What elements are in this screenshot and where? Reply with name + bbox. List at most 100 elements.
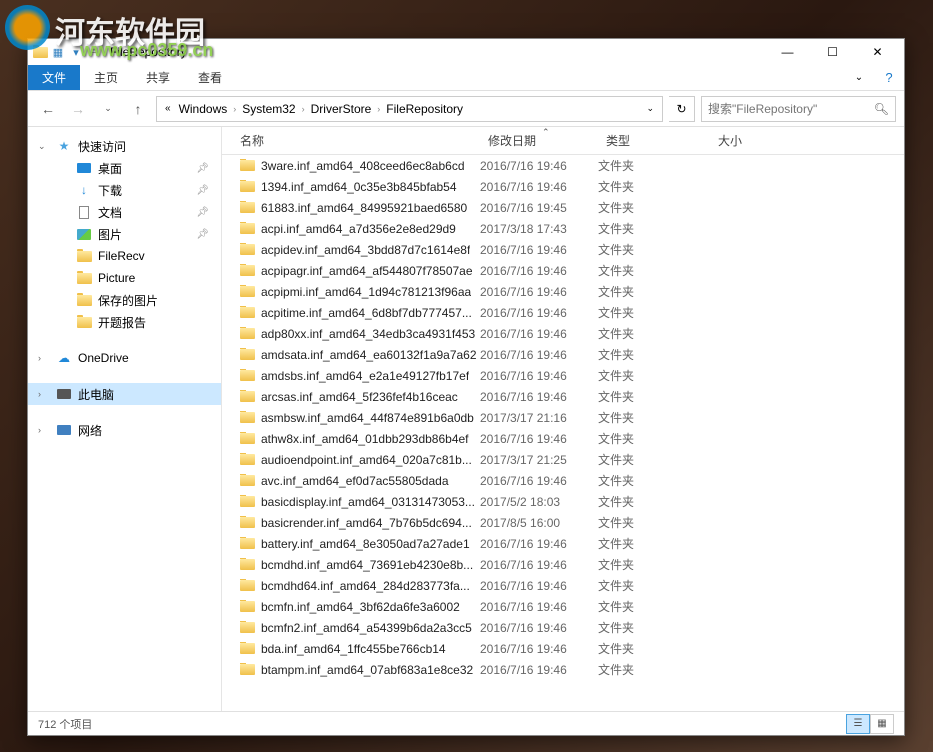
file-row[interactable]: acpidev.inf_amd64_3bdd87d7c1614e8f2016/7… <box>222 239 904 260</box>
breadcrumb-item[interactable]: DriverStore <box>307 97 376 121</box>
breadcrumb-root-icon[interactable]: « <box>161 97 175 121</box>
chevron-right-icon[interactable]: › <box>375 104 382 114</box>
file-type: 文件夹 <box>598 619 710 636</box>
file-row[interactable]: 61883.inf_amd64_84995921baed65802016/7/1… <box>222 197 904 218</box>
sidebar-label: 此电脑 <box>78 386 114 403</box>
column-size[interactable]: 大小 <box>710 127 904 154</box>
nav-up-button[interactable]: ↑ <box>126 97 150 121</box>
file-row[interactable]: acpipagr.inf_amd64_af544807f78507ae2016/… <box>222 260 904 281</box>
column-date[interactable]: 修改日期 <box>480 127 598 154</box>
folder-icon <box>240 223 255 234</box>
close-button[interactable]: ✕ <box>855 39 900 65</box>
sidebar-onedrive[interactable]: › ☁ OneDrive <box>28 347 221 369</box>
column-name[interactable]: 名称 <box>222 127 480 154</box>
help-button[interactable]: ? <box>874 65 904 90</box>
file-date: 2017/5/2 18:03 <box>480 495 598 509</box>
titlebar[interactable]: ▦ ▾ = FileRepository — ☐ ✕ <box>28 39 904 65</box>
nav-forward-button[interactable]: → <box>66 97 90 121</box>
sidebar-item[interactable]: ↓下载📌︎ <box>28 179 221 201</box>
file-date: 2017/8/5 16:00 <box>480 516 598 530</box>
file-row[interactable]: adp80xx.inf_amd64_34edb3ca4931f4532016/7… <box>222 323 904 344</box>
file-row[interactable]: acpi.inf_amd64_a7d356e2e8ed29d92017/3/18… <box>222 218 904 239</box>
file-row[interactable]: asmbsw.inf_amd64_44f874e891b6a0db2017/3/… <box>222 407 904 428</box>
sidebar-quick-access[interactable]: ⌄ ★ 快速访问 <box>28 135 221 157</box>
expand-icon[interactable]: ⌄ <box>38 141 46 152</box>
sidebar-this-pc[interactable]: › 此电脑 <box>28 383 221 405</box>
ribbon-tab-home[interactable]: 主页 <box>80 65 132 90</box>
file-row[interactable]: acpipmi.inf_amd64_1d94c781213f96aa2016/7… <box>222 281 904 302</box>
nav-history-dropdown[interactable]: ⌄ <box>96 97 120 121</box>
search-input[interactable] <box>708 102 874 116</box>
view-icons-button[interactable]: ▦ <box>870 714 894 734</box>
breadcrumb-dropdown-icon[interactable]: ⌄ <box>642 103 658 114</box>
view-details-button[interactable]: ☰ <box>846 714 870 734</box>
minimize-button[interactable]: — <box>765 39 810 65</box>
breadcrumb-item[interactable]: System32 <box>238 97 299 121</box>
sidebar-network[interactable]: › 网络 <box>28 419 221 441</box>
file-row[interactable]: bda.inf_amd64_1ffc455be766cb142016/7/16 … <box>222 638 904 659</box>
sidebar-item[interactable]: 桌面📌︎ <box>28 157 221 179</box>
qat-properties-icon[interactable]: ▦ <box>50 44 66 60</box>
file-row[interactable]: bcmfn.inf_amd64_3bf62da6fe3a60022016/7/1… <box>222 596 904 617</box>
breadcrumb[interactable]: « Windows › System32 › DriverStore › Fil… <box>156 96 663 122</box>
file-date: 2016/7/16 19:46 <box>480 600 598 614</box>
ribbon-tab-view[interactable]: 查看 <box>184 65 236 90</box>
file-row[interactable]: 1394.inf_amd64_0c35e3b845bfab542016/7/16… <box>222 176 904 197</box>
ribbon-expand-icon[interactable]: ⌄ <box>844 65 874 90</box>
file-row[interactable]: arcsas.inf_amd64_5f236fef4b16ceac2016/7/… <box>222 386 904 407</box>
file-row[interactable]: basicrender.inf_amd64_7b76b5dc694...2017… <box>222 512 904 533</box>
chevron-right-icon[interactable]: › <box>231 104 238 114</box>
file-name: btampm.inf_amd64_07abf683a1e8ce32 <box>261 663 473 677</box>
sidebar-item[interactable]: 开题报告 <box>28 311 221 333</box>
maximize-button[interactable]: ☐ <box>810 39 855 65</box>
column-type[interactable]: 类型 <box>598 127 710 154</box>
file-row[interactable]: battery.inf_amd64_8e3050ad7a27ade12016/7… <box>222 533 904 554</box>
file-row[interactable]: amdsbs.inf_amd64_e2a1e49127fb17ef2016/7/… <box>222 365 904 386</box>
sidebar-item[interactable]: 文档📌︎ <box>28 201 221 223</box>
file-name: acpipagr.inf_amd64_af544807f78507ae <box>261 264 473 278</box>
ribbon-tab-file[interactable]: 文件 <box>28 65 80 90</box>
chevron-right-icon[interactable]: › <box>300 104 307 114</box>
nav-back-button[interactable]: ← <box>36 97 60 121</box>
folder-icon <box>240 517 255 528</box>
file-rows[interactable]: 3ware.inf_amd64_408ceed6ec8ab6cd2016/7/1… <box>222 155 904 711</box>
sidebar-item[interactable]: 图片📌︎ <box>28 223 221 245</box>
expand-icon[interactable]: › <box>38 389 41 399</box>
file-row[interactable]: basicdisplay.inf_amd64_03131473053...201… <box>222 491 904 512</box>
status-count: 712 个项目 <box>38 716 846 732</box>
file-row[interactable]: 3ware.inf_amd64_408ceed6ec8ab6cd2016/7/1… <box>222 155 904 176</box>
file-row[interactable]: bcmdhd64.inf_amd64_284d283773fa...2016/7… <box>222 575 904 596</box>
file-row[interactable]: amdsata.inf_amd64_ea60132f1a9a7a622016/7… <box>222 344 904 365</box>
file-date: 2016/7/16 19:46 <box>480 180 598 194</box>
file-row[interactable]: avc.inf_amd64_ef0d7ac55805dada2016/7/16 … <box>222 470 904 491</box>
expand-icon[interactable]: › <box>38 425 41 435</box>
file-row[interactable]: acpitime.inf_amd64_6d8bf7db777457...2016… <box>222 302 904 323</box>
folder-icon <box>240 622 255 633</box>
picture-icon <box>76 227 92 241</box>
sidebar-item[interactable]: 保存的图片 <box>28 289 221 311</box>
file-date: 2016/7/16 19:46 <box>480 579 598 593</box>
file-row[interactable]: athw8x.inf_amd64_01dbb293db86b4ef2016/7/… <box>222 428 904 449</box>
folder-icon <box>240 601 255 612</box>
folder-icon <box>240 580 255 591</box>
search-icon[interactable]: 🔍︎ <box>874 102 889 116</box>
file-row[interactable]: bcmfn2.inf_amd64_a54399b6da2a3cc52016/7/… <box>222 617 904 638</box>
file-row[interactable]: bcmdhd.inf_amd64_73691eb4230e8b...2016/7… <box>222 554 904 575</box>
cloud-icon: ☁ <box>56 351 72 365</box>
window-title: FileRepository <box>110 45 765 59</box>
breadcrumb-item[interactable]: Windows <box>175 97 232 121</box>
searchbox[interactable]: 🔍︎ <box>701 96 896 122</box>
ribbon-tab-share[interactable]: 共享 <box>132 65 184 90</box>
file-row[interactable]: btampm.inf_amd64_07abf683a1e8ce322016/7/… <box>222 659 904 680</box>
sidebar-item[interactable]: Picture <box>28 267 221 289</box>
expand-icon[interactable]: › <box>38 353 41 363</box>
folder-icon <box>240 412 255 423</box>
refresh-button[interactable]: ↻ <box>669 96 695 122</box>
file-row[interactable]: audioendpoint.inf_amd64_020a7c81b...2017… <box>222 449 904 470</box>
file-date: 2016/7/16 19:46 <box>480 621 598 635</box>
pc-icon <box>56 387 72 401</box>
sidebar-label: 网络 <box>78 422 102 439</box>
breadcrumb-item[interactable]: FileRepository <box>382 97 467 121</box>
qat-newfolder-icon[interactable]: ▾ <box>68 44 84 60</box>
sidebar-item[interactable]: FileRecv <box>28 245 221 267</box>
